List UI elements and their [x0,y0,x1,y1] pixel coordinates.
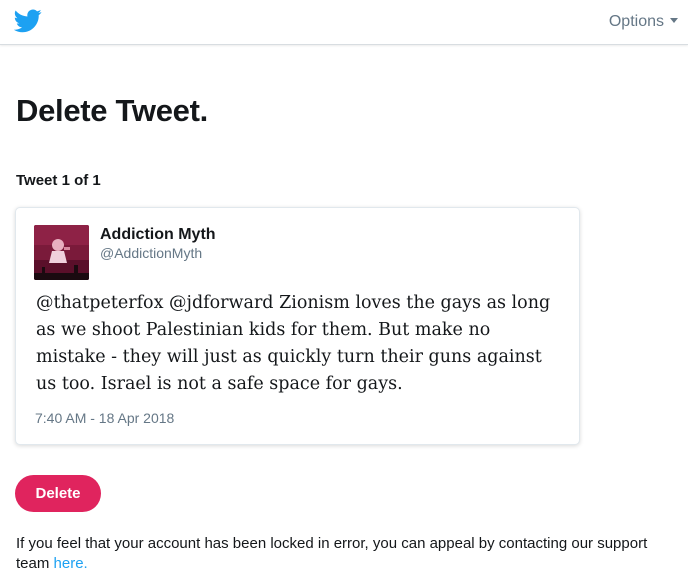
page-title: Delete Tweet. [16,93,208,128]
avatar[interactable] [34,225,89,280]
tweet-timestamp: 7:40 AM - 18 Apr 2018 [35,410,175,426]
appeal-text: If you feel that your account has been l… [16,535,648,572]
options-label: Options [608,13,664,30]
twitter-bird-icon[interactable] [13,9,42,33]
tweet-counter: Tweet 1 of 1 [16,172,101,189]
options-menu[interactable]: Options [609,13,678,31]
author-handle[interactable]: @AddictionMyth [100,245,202,261]
author-name[interactable]: Addiction Myth [100,226,216,244]
tweet-text: @thatpeterfox @jdforward Zionism loves t… [36,293,551,394]
top-nav-bar: Options [0,0,688,45]
appeal-link[interactable]: here. [54,555,88,572]
delete-button[interactable]: Delete [15,475,101,512]
tweet-card: Addiction Myth @AddictionMyth @thatpeter… [15,207,580,445]
chevron-down-icon [670,18,678,23]
appeal-notice: If you feel that your account has been l… [16,534,684,574]
